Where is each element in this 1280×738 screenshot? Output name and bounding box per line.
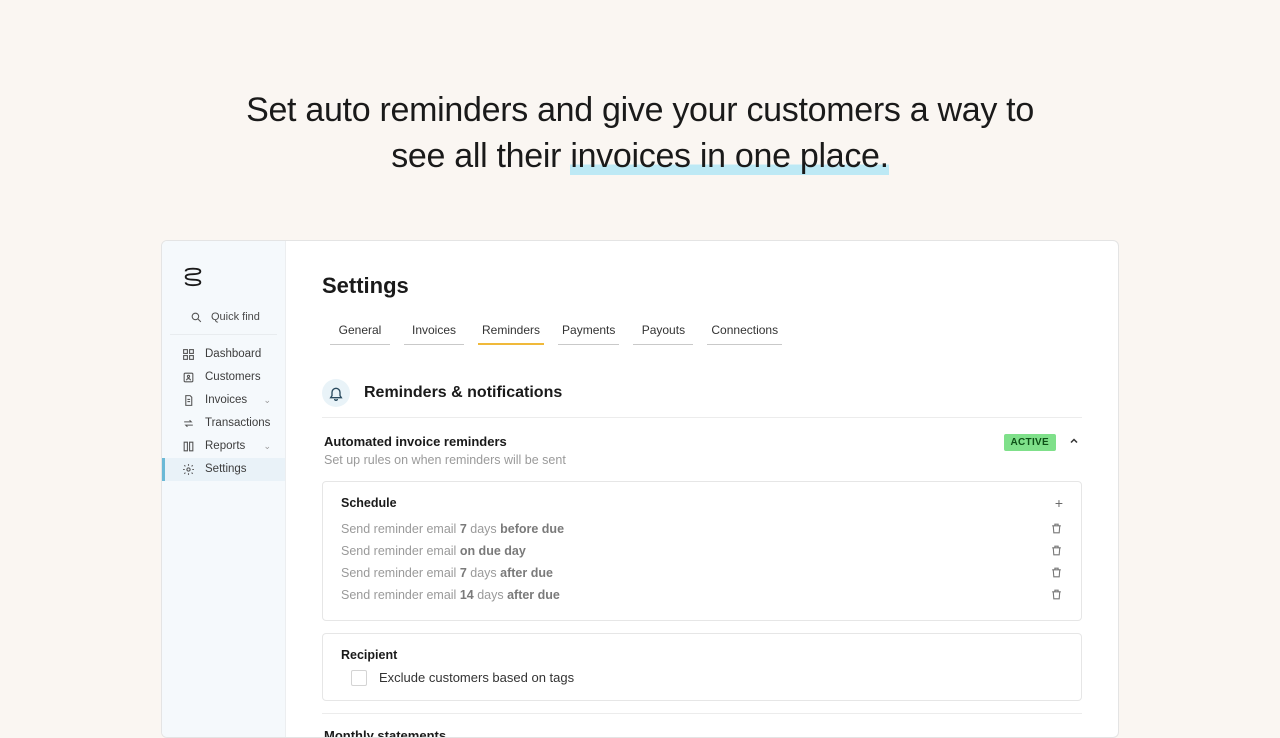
chevron-down-icon: ⌄	[263, 441, 271, 452]
sidebar-item-customers[interactable]: Customers	[162, 366, 285, 389]
section-title: Reminders & notifications	[364, 384, 562, 402]
sidebar-item-label: Customers	[205, 371, 261, 383]
app-logo	[182, 265, 204, 287]
settings-tabs: General Invoices Reminders Payments Payo…	[330, 317, 1082, 345]
customers-icon	[182, 371, 195, 384]
sidebar: Quick find Dashboard Customers Invoices …	[162, 241, 286, 737]
exclude-tags-label: Exclude customers based on tags	[379, 670, 574, 685]
sidebar-item-transactions[interactable]: Transactions	[162, 412, 285, 435]
rule-text: Send reminder email 14 days after due	[341, 588, 560, 602]
trash-icon[interactable]	[1050, 588, 1063, 601]
exclude-tags-row: Exclude customers based on tags	[351, 670, 1063, 686]
reports-icon	[182, 440, 195, 453]
schedule-rule: Send reminder email on due day	[341, 540, 1063, 562]
tab-reminders[interactable]: Reminders	[478, 317, 544, 345]
gear-icon	[182, 463, 195, 476]
hero-line1: Set auto reminders and give your custome…	[246, 91, 1034, 129]
sidebar-item-reports[interactable]: Reports ⌄	[162, 435, 285, 458]
tab-payments[interactable]: Payments	[558, 317, 619, 345]
bell-icon	[328, 385, 344, 401]
schedule-title: Schedule	[341, 496, 397, 510]
search-icon	[190, 311, 203, 324]
trash-icon[interactable]	[1050, 522, 1063, 535]
monthly-statements-title: Monthly statements	[322, 714, 1082, 737]
rule-text: Send reminder email 7 days before due	[341, 522, 564, 536]
auto-reminders-row: Automated invoice reminders Set up rules…	[322, 418, 1082, 481]
tab-general[interactable]: General	[330, 317, 390, 345]
chevron-up-icon	[1068, 435, 1080, 447]
auto-reminders-desc: Set up rules on when reminders will be s…	[324, 453, 566, 467]
add-rule-button[interactable]: +	[1055, 496, 1063, 510]
trash-icon[interactable]	[1050, 566, 1063, 579]
sidebar-item-label: Reports	[205, 440, 245, 452]
schedule-card: Schedule + Send reminder email 7 days be…	[322, 481, 1082, 621]
sidebar-item-label: Dashboard	[205, 348, 261, 360]
page-title: Settings	[322, 273, 1082, 299]
trash-icon[interactable]	[1050, 544, 1063, 557]
sidebar-item-label: Transactions	[205, 417, 270, 429]
sidebar-item-invoices[interactable]: Invoices ⌄	[162, 389, 285, 412]
tab-payouts[interactable]: Payouts	[633, 317, 693, 345]
schedule-rule: Send reminder email 7 days after due	[341, 562, 1063, 584]
hero-heading: Set auto reminders and give your custome…	[0, 88, 1280, 180]
dashboard-icon	[182, 348, 195, 361]
section-header: Reminders & notifications	[322, 379, 1082, 418]
bell-badge	[322, 379, 350, 407]
invoices-icon	[182, 394, 195, 407]
exclude-tags-checkbox[interactable]	[351, 670, 367, 686]
collapse-toggle[interactable]	[1068, 435, 1080, 450]
hero-line2a: see all their	[391, 137, 570, 175]
sidebar-item-label: Settings	[205, 463, 247, 475]
transactions-icon	[182, 417, 195, 430]
recipient-title: Recipient	[341, 648, 1063, 662]
quick-find-label: Quick find	[211, 311, 260, 323]
sidebar-item-dashboard[interactable]: Dashboard	[162, 343, 285, 366]
hero-banner: Set auto reminders and give your custome…	[0, 0, 1280, 240]
chevron-down-icon: ⌄	[263, 395, 271, 406]
schedule-rule: Send reminder email 7 days before due	[341, 518, 1063, 540]
quick-find[interactable]: Quick find	[170, 305, 277, 335]
app-window: Quick find Dashboard Customers Invoices …	[161, 240, 1119, 738]
schedule-rule: Send reminder email 14 days after due	[341, 584, 1063, 606]
sidebar-item-label: Invoices	[205, 394, 247, 406]
rule-text: Send reminder email on due day	[341, 544, 526, 558]
main-content: Settings General Invoices Reminders Paym…	[286, 241, 1118, 737]
hero-line2b: invoices in one place.	[570, 137, 889, 175]
tab-connections[interactable]: Connections	[707, 317, 782, 345]
tab-invoices[interactable]: Invoices	[404, 317, 464, 345]
recipient-card: Recipient Exclude customers based on tag…	[322, 633, 1082, 701]
rule-text: Send reminder email 7 days after due	[341, 566, 553, 580]
status-badge: ACTIVE	[1004, 434, 1056, 451]
auto-reminders-title: Automated invoice reminders	[324, 434, 566, 449]
sidebar-item-settings[interactable]: Settings	[162, 458, 285, 481]
